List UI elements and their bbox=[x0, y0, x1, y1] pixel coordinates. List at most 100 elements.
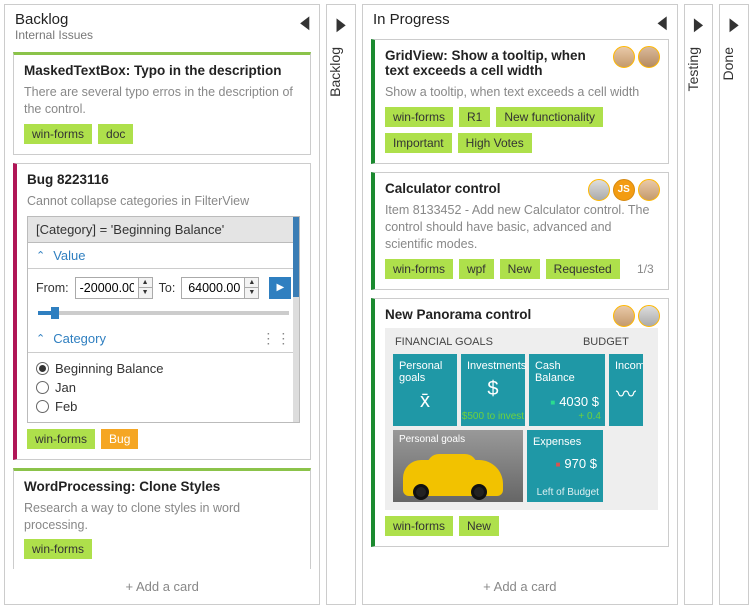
column-title: Backlog bbox=[15, 11, 93, 28]
expand-icon[interactable]: ▶ bbox=[730, 14, 739, 35]
tag-row: win-forms doc bbox=[24, 124, 300, 144]
tag-row: win-forms R1 New functionality bbox=[385, 107, 658, 127]
avatar[interactable] bbox=[588, 179, 610, 201]
avatar-group: JS bbox=[588, 179, 660, 201]
tile-income[interactable]: Incom 〰 bbox=[609, 354, 643, 426]
card[interactable]: JS Calculator control Item 8133452 - Add… bbox=[371, 172, 669, 290]
tag[interactable]: wpf bbox=[459, 259, 494, 279]
add-card-button[interactable]: + Add a card bbox=[363, 569, 677, 604]
from-input[interactable]: ▲▼ bbox=[75, 277, 153, 299]
spin-down-icon[interactable]: ▼ bbox=[138, 288, 152, 298]
filter-section-header[interactable]: ⌃ Category ⋮⋮ bbox=[28, 325, 299, 353]
tile-cash-balance[interactable]: Cash Balance 4030 $ + 0.4 bbox=[529, 354, 605, 426]
tag[interactable]: New functionality bbox=[496, 107, 603, 127]
to-input[interactable]: ▲▼ bbox=[181, 277, 259, 299]
column-header: In Progress ◀ bbox=[363, 5, 677, 33]
tag[interactable]: win-forms bbox=[24, 539, 92, 559]
section-label: Value bbox=[53, 248, 85, 263]
column-body: MaskedTextBox: Typo in the description T… bbox=[5, 46, 319, 569]
column-title: Backlog bbox=[327, 47, 355, 97]
radio-icon bbox=[36, 400, 49, 413]
range-row: From: ▲▼ To: ▲▼ ▶ bbox=[36, 277, 291, 299]
tag[interactable]: win-forms bbox=[385, 516, 453, 536]
radio-option[interactable]: Feb bbox=[36, 399, 291, 414]
collapse-icon[interactable]: ◀ bbox=[300, 12, 309, 33]
column-header: ▶ bbox=[720, 5, 748, 39]
tag[interactable]: High Votes bbox=[458, 133, 532, 153]
column-body: GridView: Show a tooltip, when text exce… bbox=[363, 33, 677, 569]
column-testing[interactable]: ▶ Testing bbox=[684, 4, 714, 605]
range-slider[interactable] bbox=[38, 311, 289, 315]
column-title: Testing bbox=[685, 47, 713, 91]
column-title: Done bbox=[720, 47, 748, 80]
radio-option[interactable]: Beginning Balance bbox=[36, 361, 291, 376]
card[interactable]: Bug 8223116 Cannot collapse categories i… bbox=[13, 163, 311, 460]
avatar[interactable] bbox=[638, 305, 660, 327]
from-field[interactable] bbox=[76, 278, 138, 298]
card-description: Research a way to clone styles in word p… bbox=[24, 500, 300, 534]
tile-photo[interactable]: Personal goals bbox=[393, 430, 523, 502]
chevron-up-icon: ⌃ bbox=[36, 249, 45, 262]
spin-up-icon[interactable]: ▲ bbox=[138, 278, 152, 289]
tag[interactable]: New bbox=[459, 516, 499, 536]
spin-down-icon[interactable]: ▼ bbox=[244, 288, 258, 298]
tag[interactable]: win-forms bbox=[24, 124, 92, 144]
tag-row: win-forms wpf New Requested 1/3 bbox=[385, 259, 658, 279]
tag-row: win-forms bbox=[24, 539, 300, 559]
tag[interactable]: doc bbox=[98, 124, 133, 144]
expand-icon[interactable]: ▶ bbox=[337, 14, 346, 35]
card-description: Item 8133452 - Add new Calculator contro… bbox=[385, 202, 658, 253]
dollar-icon: $ bbox=[467, 378, 519, 401]
card[interactable]: New Panorama control FINANCIAL GOALS BUD… bbox=[371, 298, 669, 547]
avatar[interactable] bbox=[613, 305, 635, 327]
expand-icon[interactable]: ▶ bbox=[694, 14, 703, 35]
tag[interactable]: win-forms bbox=[27, 429, 95, 449]
spin-up-icon[interactable]: ▲ bbox=[244, 278, 258, 289]
tag[interactable]: R1 bbox=[459, 107, 490, 127]
radio-option[interactable]: Jan bbox=[36, 380, 291, 395]
to-label: To: bbox=[159, 281, 176, 295]
card-description: Cannot collapse categories in FilterView bbox=[27, 193, 300, 210]
add-card-button[interactable]: + Add a card bbox=[5, 569, 319, 604]
tile-investments[interactable]: Investments $ $500 to invest bbox=[461, 354, 525, 426]
column-header: ▶ bbox=[685, 5, 713, 39]
chevron-up-icon: ⌃ bbox=[36, 332, 45, 345]
column-done[interactable]: ▶ Done bbox=[719, 4, 749, 605]
tag[interactable]: win-forms bbox=[385, 107, 453, 127]
panorama-preview: FINANCIAL GOALS BUDGET Personal goals x̄… bbox=[385, 328, 658, 510]
card[interactable]: GridView: Show a tooltip, when text exce… bbox=[371, 39, 669, 164]
chart-icon: 〰 bbox=[615, 378, 637, 407]
avatar[interactable] bbox=[613, 46, 635, 68]
to-field[interactable] bbox=[182, 278, 244, 298]
document-icon: x̄ bbox=[399, 390, 451, 413]
avatar[interactable] bbox=[638, 46, 660, 68]
column-title: In Progress bbox=[373, 11, 450, 28]
avatar-group bbox=[613, 305, 660, 327]
filter-panel: [Category] = 'Beginning Balance' ⌃ Value… bbox=[27, 216, 300, 423]
tag[interactable]: Requested bbox=[546, 259, 620, 279]
tile-expenses[interactable]: Expenses 970 $ Left of Budget bbox=[527, 430, 603, 502]
scrollbar[interactable] bbox=[293, 217, 299, 422]
tag[interactable]: Bug bbox=[101, 429, 138, 449]
tag[interactable]: New bbox=[500, 259, 540, 279]
avatar[interactable]: JS bbox=[613, 179, 635, 201]
section-label: Category bbox=[53, 331, 106, 346]
card-title: WordProcessing: Clone Styles bbox=[24, 479, 300, 494]
radio-icon bbox=[36, 381, 49, 394]
radio-list: Beginning Balance Jan Feb bbox=[36, 361, 291, 414]
column-backlog-collapsed[interactable]: ▶ Backlog bbox=[326, 4, 356, 605]
filter-section-header[interactable]: ⌃ Value bbox=[28, 243, 299, 269]
tag[interactable]: win-forms bbox=[385, 259, 453, 279]
more-icon[interactable]: ⋮⋮ bbox=[261, 330, 291, 347]
apply-button[interactable]: ▶ bbox=[269, 277, 291, 299]
column-header: Backlog Internal Issues ◀ bbox=[5, 5, 319, 46]
tag[interactable]: Important bbox=[385, 133, 452, 153]
card-title: MaskedTextBox: Typo in the description bbox=[24, 63, 300, 78]
collapse-icon[interactable]: ◀ bbox=[658, 12, 667, 33]
card[interactable]: MaskedTextBox: Typo in the description T… bbox=[13, 52, 311, 155]
avatar[interactable] bbox=[638, 179, 660, 201]
tile-personal-goals[interactable]: Personal goals x̄ bbox=[393, 354, 457, 426]
filter-expression: [Category] = 'Beginning Balance' bbox=[28, 217, 299, 243]
column-subtitle: Internal Issues bbox=[15, 28, 93, 42]
card[interactable]: WordProcessing: Clone Styles Research a … bbox=[13, 468, 311, 569]
